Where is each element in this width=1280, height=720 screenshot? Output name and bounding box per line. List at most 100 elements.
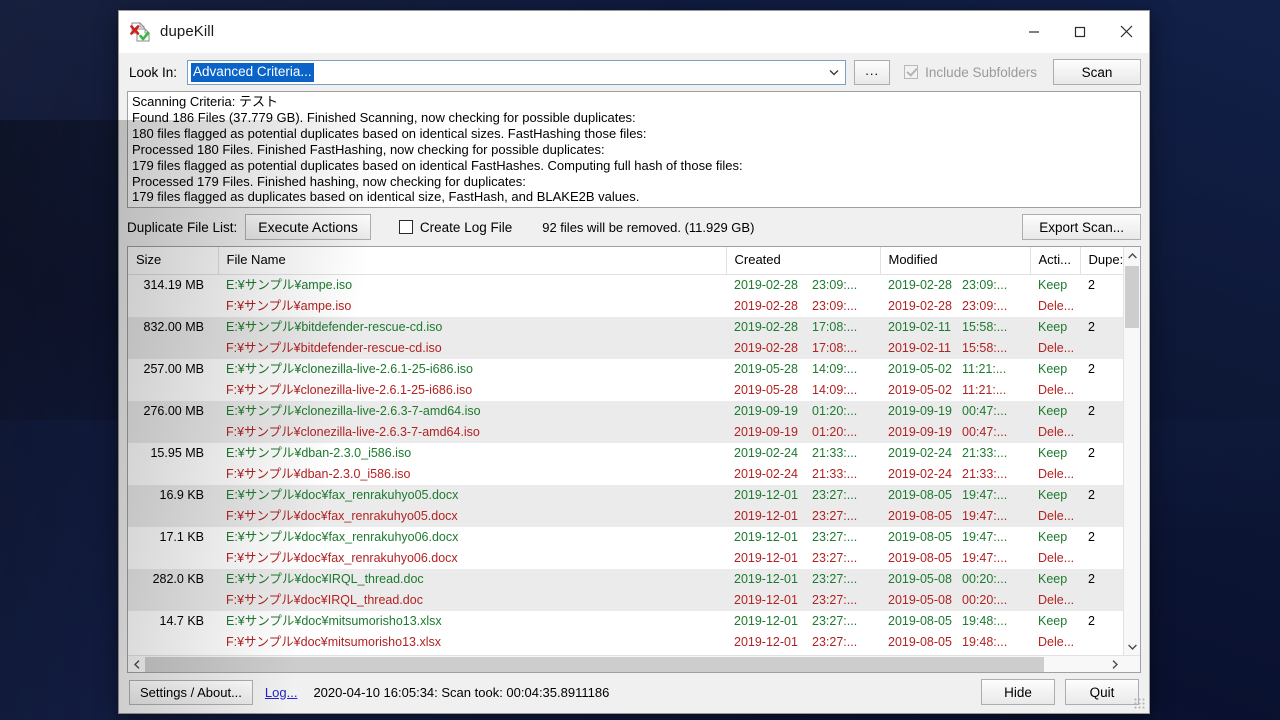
action-cell: Keep — [1038, 613, 1068, 628]
log-line: Processed 180 Files. Finished FastHashin… — [132, 141, 605, 157]
created-date-cell: 2019-09-19 — [726, 421, 804, 443]
dupes-cell: 2 — [1080, 316, 1123, 338]
column-header-size[interactable]: Size — [128, 247, 219, 275]
settings-about-button[interactable]: Settings / About... — [129, 679, 253, 705]
look-in-combobox[interactable]: Advanced Criteria... — [187, 59, 847, 85]
dupes-cell: 2 — [1088, 613, 1095, 628]
log-link[interactable]: Log... — [265, 685, 298, 700]
minimize-button[interactable] — [1011, 11, 1057, 53]
scan-status-text: 2020-04-10 16:05:34: Scan took: 00:04:35… — [313, 684, 610, 700]
quit-button[interactable]: Quit — [1065, 679, 1139, 705]
table-row[interactable]: 314.19 MB E:¥サンプル¥ampe.iso 2019-02-28 23:09… — [128, 274, 1123, 296]
modified-time-cell: 21:33:... — [962, 466, 1008, 481]
table-row[interactable]: F:¥サンプル¥clonezilla-live-2.6.3-7-amd64.is… — [128, 421, 1123, 443]
modified-date-cell: 2019-05-08 — [880, 589, 954, 611]
log-line: 179 files flagged as duplicates based on… — [132, 189, 640, 205]
vertical-scroll-thumb[interactable] — [1125, 266, 1139, 328]
file-name-cell: F:¥サンプル¥clonezilla-live-2.6.3-7-amd64.is… — [218, 421, 726, 443]
table-row[interactable]: 14.7 KB E:¥サンプル¥doc¥mitsumorisho13.xlsx 20… — [128, 611, 1123, 632]
table-row[interactable]: 16.9 KB E:¥サンプル¥doc¥fax_renrakuhyo05.docx… — [128, 484, 1123, 506]
table-row[interactable]: F:¥サンプル¥bitdefender-rescue-cd.iso 2019-02… — [128, 337, 1123, 359]
table-row[interactable]: F:¥サンプル¥dban-2.3.0_i586.iso 2019-02-24 21:… — [128, 464, 1123, 485]
created-time-cell: 17:08:... — [804, 337, 880, 359]
scroll-down-icon[interactable] — [1124, 638, 1140, 655]
scroll-right-icon[interactable] — [1106, 656, 1123, 673]
modified-time-cell: 23:09:... — [962, 277, 1008, 292]
vertical-scrollbar[interactable] — [1123, 247, 1140, 655]
action-cell: Keep — [1030, 568, 1081, 590]
column-header-modified[interactable]: Modified — [880, 247, 1031, 275]
size: 17.1 KB — [159, 529, 204, 544]
scan-button[interactable]: Scan — [1053, 59, 1141, 85]
scroll-left-icon[interactable] — [128, 656, 145, 673]
resize-grip-icon[interactable] — [1134, 698, 1146, 710]
status-bar: Settings / About... Log... 2020-04-10 16… — [119, 673, 1149, 713]
modified-time-cell: 19:47:... — [954, 484, 1031, 506]
created-date-cell: 2019-12-01 — [726, 568, 804, 590]
table-row[interactable]: 257.00 MB E:¥サンプル¥clonezilla-live-2.6.1-2… — [128, 359, 1123, 380]
created-date-cell: 2019-02-28 — [726, 316, 804, 338]
execute-actions-button[interactable]: Execute Actions — [245, 214, 371, 240]
table-row[interactable]: 276.00 MB E:¥サンプル¥clonezilla-live-2.6.3-7… — [128, 400, 1123, 422]
create-log-file-checkbox[interactable]: Create Log File — [398, 220, 512, 235]
horizontal-scroll-thumb[interactable] — [145, 656, 1044, 672]
table-row[interactable]: F:¥サンプル¥clonezilla-live-2.6.1-25-i686.is… — [128, 380, 1123, 401]
column-header-action[interactable]: Acti... — [1030, 247, 1081, 275]
table-row[interactable]: 282.0 KB E:¥サンプル¥doc¥IRQL_thread.doc 2019-… — [128, 568, 1123, 590]
hide-button[interactable]: Hide — [981, 679, 1055, 705]
look-in-value: Advanced Criteria... — [191, 62, 314, 82]
modified-date-cell: 2019-05-02 — [888, 361, 952, 376]
column-header-dupes[interactable]: Dupe: — [1080, 247, 1123, 275]
window-controls — [1011, 11, 1149, 53]
chevron-down-icon[interactable] — [823, 61, 845, 84]
scroll-up-icon[interactable] — [1124, 247, 1140, 264]
horizontal-scroll-track[interactable] — [145, 656, 1106, 673]
checkbox-icon[interactable] — [398, 220, 413, 234]
table-row[interactable]: F:¥サンプル¥ampe.iso 2019-02-28 23:09:... 2019-… — [128, 296, 1123, 317]
log-line: Found 186 Files (37.779 GB). Finished Sc… — [132, 109, 636, 125]
column-header-created[interactable]: Created — [726, 247, 881, 275]
dupes-cell — [1080, 296, 1123, 317]
created-time-cell: 14:09:... — [812, 361, 858, 376]
browse-button[interactable]: ... — [854, 59, 891, 85]
scan-log-panel[interactable]: Scanning Criteria: テスト Found 186 Files (3… — [127, 91, 1141, 208]
horizontal-scrollbar[interactable] — [128, 655, 1140, 672]
created-time-cell: 23:27:... — [804, 589, 880, 611]
log-line: 180 files flagged as potential duplicate… — [132, 125, 647, 141]
created-time-cell: 23:27:... — [812, 550, 858, 565]
action-cell: Dele... — [1038, 550, 1075, 565]
file-name-cell: F:¥サンプル¥doc¥fax_renrakuhyo06.docx — [226, 550, 458, 565]
maximize-button[interactable] — [1057, 11, 1103, 53]
vertical-scroll-track[interactable] — [1124, 264, 1140, 638]
table-row[interactable]: F:¥サンプル¥doc¥fax_renrakuhyo06.docx 2019-12… — [128, 548, 1123, 569]
created-date-cell: 2019-12-01 — [734, 634, 798, 649]
modified-time-cell: 00:47:... — [954, 400, 1031, 422]
created-date-cell: 2019-12-01 — [734, 550, 798, 565]
table-row[interactable]: 15.95 MB E:¥サンプル¥dban-2.3.0_i586.iso 2019-… — [128, 443, 1123, 464]
table-row[interactable]: F:¥サンプル¥doc¥fax_renrakuhyo05.docx 2019-12… — [128, 505, 1123, 527]
export-scan-button[interactable]: Export Scan... — [1022, 214, 1141, 240]
close-button[interactable] — [1103, 11, 1149, 53]
action-cell: Dele... — [1030, 505, 1081, 527]
modified-time-cell: 00:47:... — [954, 421, 1031, 443]
file-table: Size File Name Created Modified Acti... … — [128, 247, 1123, 653]
table-row[interactable]: 832.00 MB E:¥サンプル¥bitdefender-rescue-cd.i… — [128, 316, 1123, 338]
created-time-cell: 21:33:... — [812, 466, 858, 481]
table-row[interactable]: F:¥サンプル¥doc¥mitsumorisho13.xlsx 2019-12-0… — [128, 632, 1123, 653]
modified-date-cell: 2019-02-11 — [880, 316, 954, 338]
log-line: Scanning Criteria: テスト — [132, 94, 278, 109]
file-name-cell: E:¥サンプル¥doc¥mitsumorisho13.xlsx — [226, 613, 442, 628]
column-header-filename[interactable]: File Name — [218, 247, 727, 275]
checkbox-icon[interactable] — [904, 65, 919, 79]
log-line: Processed 179 Files. Finished hashing, n… — [132, 173, 526, 189]
include-subfolders-checkbox[interactable]: Include Subfolders — [904, 65, 1037, 80]
table-row[interactable]: 17.1 KB E:¥サンプル¥doc¥fax_renrakuhyo06.docx… — [128, 527, 1123, 548]
created-time-cell: 23:09:... — [812, 298, 858, 313]
file-name-cell: E:¥サンプル¥clonezilla-live-2.6.3-7-amd64.is… — [218, 400, 726, 422]
file-name-cell: E:¥サンプル¥bitdefender-rescue-cd.iso — [218, 316, 726, 338]
table-row[interactable]: F:¥サンプル¥doc¥IRQL_thread.doc 2019-12-01 23:… — [128, 589, 1123, 611]
modified-time-cell: 19:47:... — [962, 550, 1008, 565]
table-header-row: Size File Name Created Modified Acti... … — [128, 247, 1123, 275]
modified-date-cell: 2019-02-24 — [888, 445, 952, 460]
file-name-cell: E:¥サンプル¥ampe.iso — [226, 277, 353, 292]
